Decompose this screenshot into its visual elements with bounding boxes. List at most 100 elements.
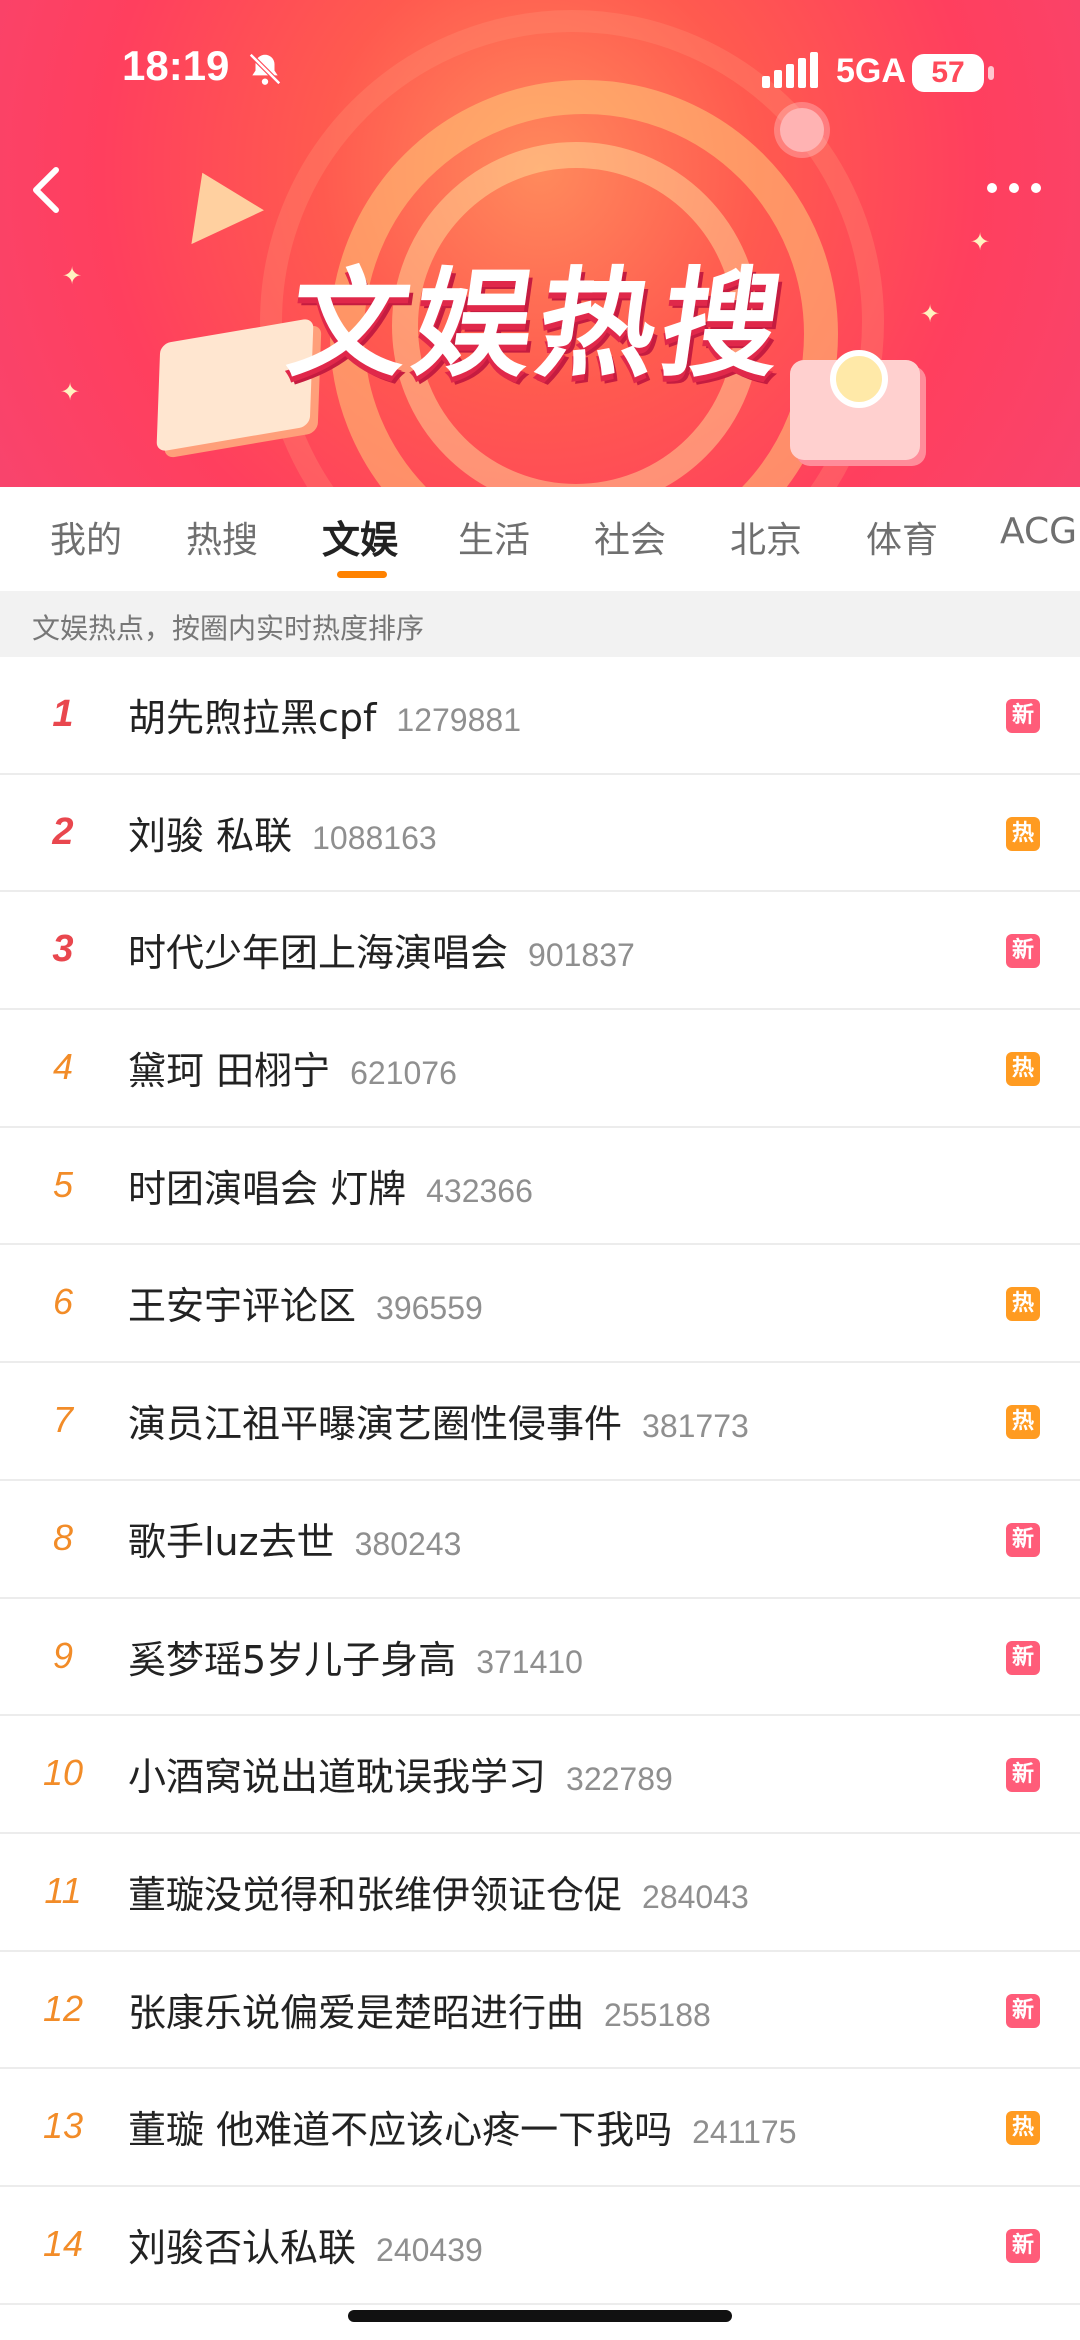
heat-count: 901837 (528, 937, 635, 974)
item-text: 黛珂 田栩宁 621076 (128, 1040, 457, 1095)
heat-count: 284043 (642, 1878, 749, 1915)
item-title[interactable]: 歌手luz去世 (128, 1520, 335, 1564)
heat-count: 255188 (604, 1996, 711, 2033)
tab-acg[interactable]: ACG (1000, 511, 1077, 552)
rank-number: 5 (52, 1163, 74, 1205)
hot-badge: 热 (1006, 1052, 1040, 1087)
status-time: 18:19 (122, 42, 230, 89)
banner-title: 文娱热搜 (280, 255, 797, 393)
item-title[interactable]: 奚梦瑶5岁儿子身高 (128, 1638, 456, 1682)
tab-hot-search[interactable]: 热搜 (186, 511, 258, 563)
tab-beijing[interactable]: 北京 (730, 511, 802, 563)
list-item[interactable]: 10 小酒窝说出道耽误我学习 322789 新 (0, 1716, 1080, 1834)
tab-mine[interactable]: 我的 (50, 511, 122, 563)
heat-count: 241175 (692, 2114, 797, 2151)
list-item[interactable]: 14 刘骏否认私联 240439 新 (0, 2187, 1080, 2305)
home-indicator[interactable] (348, 2310, 732, 2322)
item-text: 时团演唱会 灯牌 432366 (128, 1158, 533, 1213)
rank-number: 10 (42, 1752, 84, 1794)
item-title[interactable]: 时代少年团上海演唱会 (128, 931, 508, 975)
list-item[interactable]: 7 演员江祖平曝演艺圈性侵事件 381773 热 (0, 1363, 1080, 1481)
list-description-bar: 文娱热点，按圈内实时热度排序 (0, 591, 1080, 657)
planet-decoration (780, 108, 824, 152)
list-item[interactable]: 3 时代少年团上海演唱会 901837 新 (0, 892, 1080, 1011)
rank-number: 14 (42, 2222, 84, 2264)
list-item[interactable]: 6 王安宇评论区 396559 热 (0, 1245, 1080, 1364)
heat-count: 371410 (476, 1643, 583, 1680)
new-badge: 新 (1006, 1522, 1040, 1557)
list-item[interactable]: 13 董璇 他难道不应该心疼一下我吗 241175 热 (0, 2069, 1080, 2187)
new-badge: 新 (1006, 1758, 1040, 1793)
heat-count: 396559 (376, 1290, 483, 1327)
item-text: 张康乐说偏爱是楚昭进行曲 255188 (128, 1982, 711, 2037)
bell-off-icon (249, 53, 281, 85)
item-title[interactable]: 胡先煦拉黑cpf (128, 696, 376, 740)
hot-badge: 热 (1006, 816, 1040, 851)
new-badge: 新 (1006, 1993, 1040, 2028)
list-item[interactable]: 12 张康乐说偏爱是楚昭进行曲 255188 新 (0, 1952, 1080, 2070)
new-badge: 新 (1006, 2228, 1040, 2263)
rank-number: 11 (44, 1869, 82, 1911)
list-description: 文娱热点，按圈内实时热度排序 (32, 612, 425, 645)
tab-life[interactable]: 生活 (458, 511, 530, 563)
item-text: 奚梦瑶5岁儿子身高 371410 (128, 1629, 583, 1684)
rank-number: 2 (52, 810, 74, 853)
item-text: 董璇 他难道不应该心疼一下我吗 241175 (128, 2099, 797, 2154)
rank-number: 9 (52, 1634, 74, 1676)
item-text: 董璇没觉得和张维伊领证仓促 284043 (128, 1864, 749, 1919)
hot-search-list: 1 胡先煦拉黑cpf 1279881 新 2 刘骏 私联 1088163 热 3 时代少年团上海演… (0, 657, 1080, 2305)
heat-count: 1279881 (396, 702, 521, 738)
more-options-icon[interactable] (984, 178, 1044, 198)
item-title[interactable]: 刘骏 私联 (128, 814, 292, 858)
heat-count: 1088163 (312, 819, 437, 856)
active-tab-indicator (337, 571, 387, 578)
new-badge: 新 (1006, 699, 1040, 733)
list-item[interactable]: 2 刘骏 私联 1088163 热 (0, 775, 1080, 893)
heat-count: 240439 (376, 2231, 483, 2268)
item-text: 王安宇评论区 396559 (128, 1275, 483, 1330)
back-button[interactable] (22, 160, 72, 220)
rank-number: 1 (52, 693, 74, 735)
new-badge: 新 (1006, 1640, 1040, 1675)
list-item[interactable]: 9 奚梦瑶5岁儿子身高 371410 新 (0, 1599, 1080, 1717)
tab-sports[interactable]: 体育 (866, 511, 938, 563)
list-item[interactable]: 5 时团演唱会 灯牌 432366 (0, 1128, 1080, 1246)
item-text: 胡先煦拉黑cpf 1279881 (128, 687, 521, 742)
item-text: 时代少年团上海演唱会 901837 (128, 922, 635, 977)
hot-badge: 热 (1006, 1287, 1040, 1322)
signal-icon (762, 52, 818, 88)
item-title[interactable]: 董璇 他难道不应该心疼一下我吗 (128, 2108, 672, 2152)
item-title[interactable]: 王安宇评论区 (128, 1284, 356, 1328)
item-text: 小酒窝说出道耽误我学习 322789 (128, 1746, 673, 1801)
rank-number: 8 (52, 1516, 74, 1558)
item-title[interactable]: 黛珂 田栩宁 (128, 1049, 330, 1093)
item-title[interactable]: 张康乐说偏爱是楚昭进行曲 (128, 1991, 584, 2035)
network-type: 5GA (836, 52, 906, 90)
rank-number: 3 (52, 928, 74, 971)
new-badge: 新 (1006, 934, 1040, 969)
rank-number: 6 (52, 1281, 74, 1323)
item-title[interactable]: 演员江祖平曝演艺圈性侵事件 (128, 1402, 622, 1446)
item-title[interactable]: 小酒窝说出道耽误我学习 (128, 1755, 546, 1799)
item-text: 演员江祖平曝演艺圈性侵事件 381773 (128, 1393, 749, 1448)
battery-tip (988, 66, 994, 80)
tab-society[interactable]: 社会 (594, 511, 666, 563)
list-item[interactable]: 11 董璇没觉得和张维伊领证仓促 284043 (0, 1834, 1080, 1952)
rank-number: 13 (42, 2105, 84, 2147)
rank-number: 12 (42, 1987, 84, 2029)
item-title[interactable]: 刘骏否认私联 (128, 2226, 356, 2270)
item-title[interactable]: 时团演唱会 灯牌 (128, 1167, 406, 1211)
rank-number: 7 (52, 1399, 74, 1441)
item-title[interactable]: 董璇没觉得和张维伊领证仓促 (128, 1873, 622, 1917)
heat-count: 621076 (350, 1055, 457, 1092)
battery-icon: 57 (912, 54, 984, 92)
list-item[interactable]: 8 歌手luz去世 380243 新 (0, 1481, 1080, 1599)
item-text: 歌手luz去世 380243 (128, 1511, 461, 1566)
header-banner: ✦ ✦ ✦ ✦ 文娱热搜 18:19 5GA 57 (0, 0, 1080, 487)
heat-count: 381773 (642, 1408, 749, 1445)
hot-badge: 热 (1006, 1405, 1040, 1440)
item-text: 刘骏 私联 1088163 (128, 805, 437, 860)
list-item[interactable]: 4 黛珂 田栩宁 621076 热 (0, 1010, 1080, 1128)
tab-entertainment[interactable]: 文娱 (322, 509, 398, 564)
list-item[interactable]: 1 胡先煦拉黑cpf 1279881 新 (0, 657, 1080, 775)
